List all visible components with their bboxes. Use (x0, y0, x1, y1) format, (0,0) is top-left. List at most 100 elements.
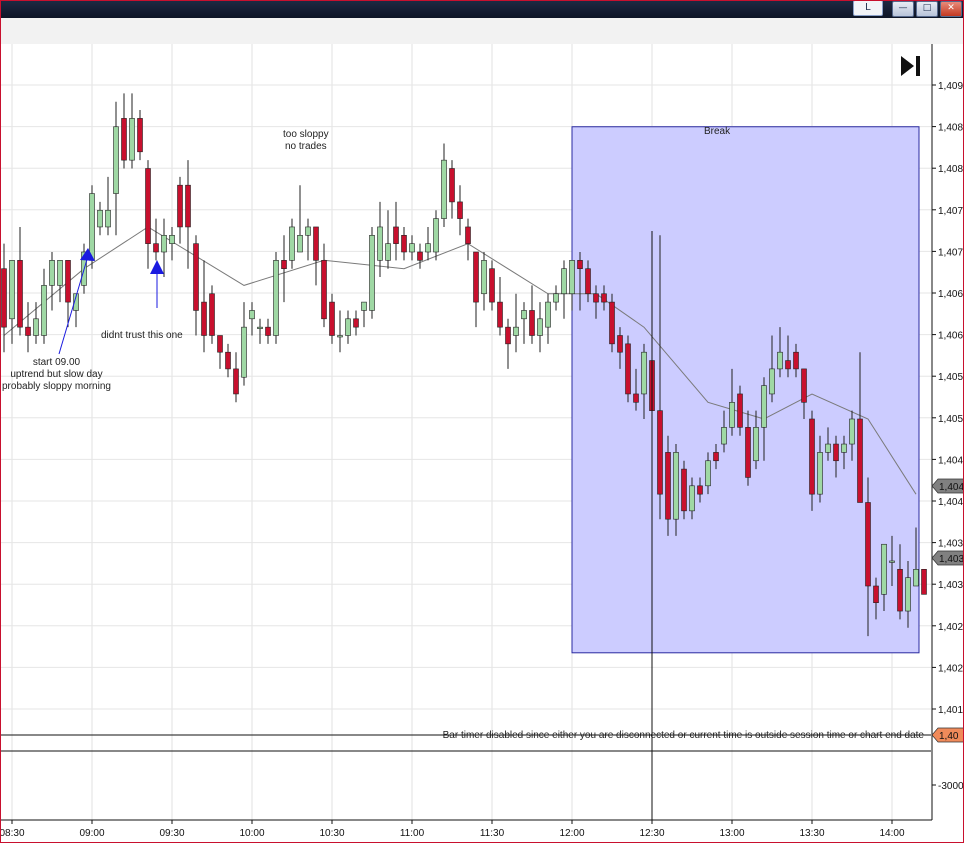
candle-body[interactable] (289, 226, 295, 261)
candle-body[interactable] (489, 268, 495, 303)
candle-body[interactable] (89, 193, 95, 261)
candle-body[interactable] (225, 351, 231, 370)
candle-body[interactable] (441, 159, 447, 219)
candle-body[interactable] (169, 235, 175, 244)
candle-body[interactable] (921, 568, 927, 595)
candle-body[interactable] (457, 201, 463, 219)
candle-body[interactable] (57, 260, 63, 286)
candle-body[interactable] (473, 251, 479, 303)
candle-body[interactable] (297, 235, 303, 253)
candle-body[interactable] (593, 293, 599, 303)
candle-body[interactable] (209, 293, 215, 336)
candle-body[interactable] (801, 368, 807, 403)
candle-body[interactable] (353, 318, 359, 328)
candle-body[interactable] (41, 285, 47, 336)
candle-body[interactable] (425, 243, 431, 253)
candle-body[interactable] (49, 260, 55, 286)
candle-body[interactable] (881, 543, 887, 595)
candle-body[interactable] (601, 293, 607, 303)
candle-body[interactable] (1, 268, 7, 328)
candle-body[interactable] (681, 468, 687, 512)
candle-body[interactable] (513, 326, 519, 336)
candle-body[interactable] (809, 418, 815, 495)
candle-body[interactable] (449, 168, 455, 203)
candle-body[interactable] (137, 118, 143, 153)
candle-body[interactable] (377, 226, 383, 261)
candle-body[interactable] (817, 452, 823, 495)
candle-body[interactable] (273, 260, 279, 336)
candle-body[interactable] (25, 326, 31, 336)
candle-body[interactable] (401, 235, 407, 253)
candle-body[interactable] (145, 168, 151, 244)
candle-body[interactable] (433, 218, 439, 253)
candle-body[interactable] (193, 243, 199, 311)
candle-body[interactable] (393, 226, 399, 244)
candle-body[interactable] (129, 118, 135, 161)
candle-body[interactable] (777, 351, 783, 370)
candle-body[interactable] (657, 410, 663, 495)
candle-body[interactable] (153, 243, 159, 253)
candle-body[interactable] (97, 209, 103, 228)
candle-body[interactable] (177, 184, 183, 228)
candle-body[interactable] (889, 560, 895, 563)
candle-body[interactable] (753, 427, 759, 462)
candle-body[interactable] (617, 335, 623, 353)
candle-body[interactable] (121, 118, 127, 161)
candle-body[interactable] (17, 260, 23, 328)
candle-body[interactable] (761, 385, 767, 428)
maximize-icon[interactable]: □ (916, 1, 938, 17)
candle-body[interactable] (329, 301, 335, 336)
candle-body[interactable] (497, 301, 503, 328)
candle-body[interactable] (857, 418, 863, 503)
candle-body[interactable] (505, 326, 511, 345)
candle-body[interactable] (249, 310, 255, 320)
candle-body[interactable] (65, 260, 71, 303)
candle-body[interactable] (913, 568, 919, 587)
candle-body[interactable] (745, 427, 751, 478)
candle-body[interactable] (865, 502, 871, 587)
candle-body[interactable] (897, 568, 903, 612)
candle-body[interactable] (793, 351, 799, 370)
candle-body[interactable] (609, 301, 615, 345)
candle-body[interactable] (689, 485, 695, 512)
candle-body[interactable] (537, 318, 543, 336)
candle-body[interactable] (833, 443, 839, 462)
candle-body[interactable] (33, 318, 39, 336)
candle-body[interactable] (633, 393, 639, 403)
candle-body[interactable] (417, 251, 423, 261)
candle-body[interactable] (161, 235, 167, 253)
candle-body[interactable] (713, 452, 719, 462)
candle-body[interactable] (105, 209, 111, 228)
candle-body[interactable] (481, 260, 487, 295)
candle-body[interactable] (361, 301, 367, 311)
candle-body[interactable] (705, 460, 711, 487)
candle-body[interactable] (553, 293, 559, 303)
candle-body[interactable] (721, 427, 727, 445)
candle-body[interactable] (217, 335, 223, 353)
candle-body[interactable] (585, 268, 591, 295)
candle-body[interactable] (769, 368, 775, 395)
close-icon[interactable]: ✕ (940, 1, 962, 17)
candle-body[interactable] (561, 268, 567, 295)
candle-body[interactable] (625, 343, 631, 395)
layout-button[interactable]: L (853, 0, 883, 16)
candle-body[interactable] (281, 260, 287, 270)
candle-body[interactable] (385, 243, 391, 261)
candle-body[interactable] (521, 310, 527, 320)
candle-body[interactable] (841, 443, 847, 453)
candle-body[interactable] (905, 577, 911, 612)
candle-body[interactable] (569, 260, 575, 295)
candle-body[interactable] (729, 401, 735, 428)
candle-body[interactable] (233, 368, 239, 395)
candle-body[interactable] (9, 260, 15, 320)
candle-body[interactable] (665, 452, 671, 520)
candle-body[interactable] (241, 326, 247, 378)
minimize-icon[interactable]: — (892, 1, 914, 17)
candle-body[interactable] (265, 326, 271, 336)
candle-body[interactable] (369, 235, 375, 311)
skip-to-end-icon[interactable] (899, 55, 923, 77)
candle-body[interactable] (345, 318, 351, 336)
candle-body[interactable] (321, 260, 327, 320)
price-chart[interactable]: 1,409 1,408 1,408 1,407 1,407 1,406 1,406 1,405… (0, 44, 964, 843)
candle-body[interactable] (185, 184, 191, 228)
